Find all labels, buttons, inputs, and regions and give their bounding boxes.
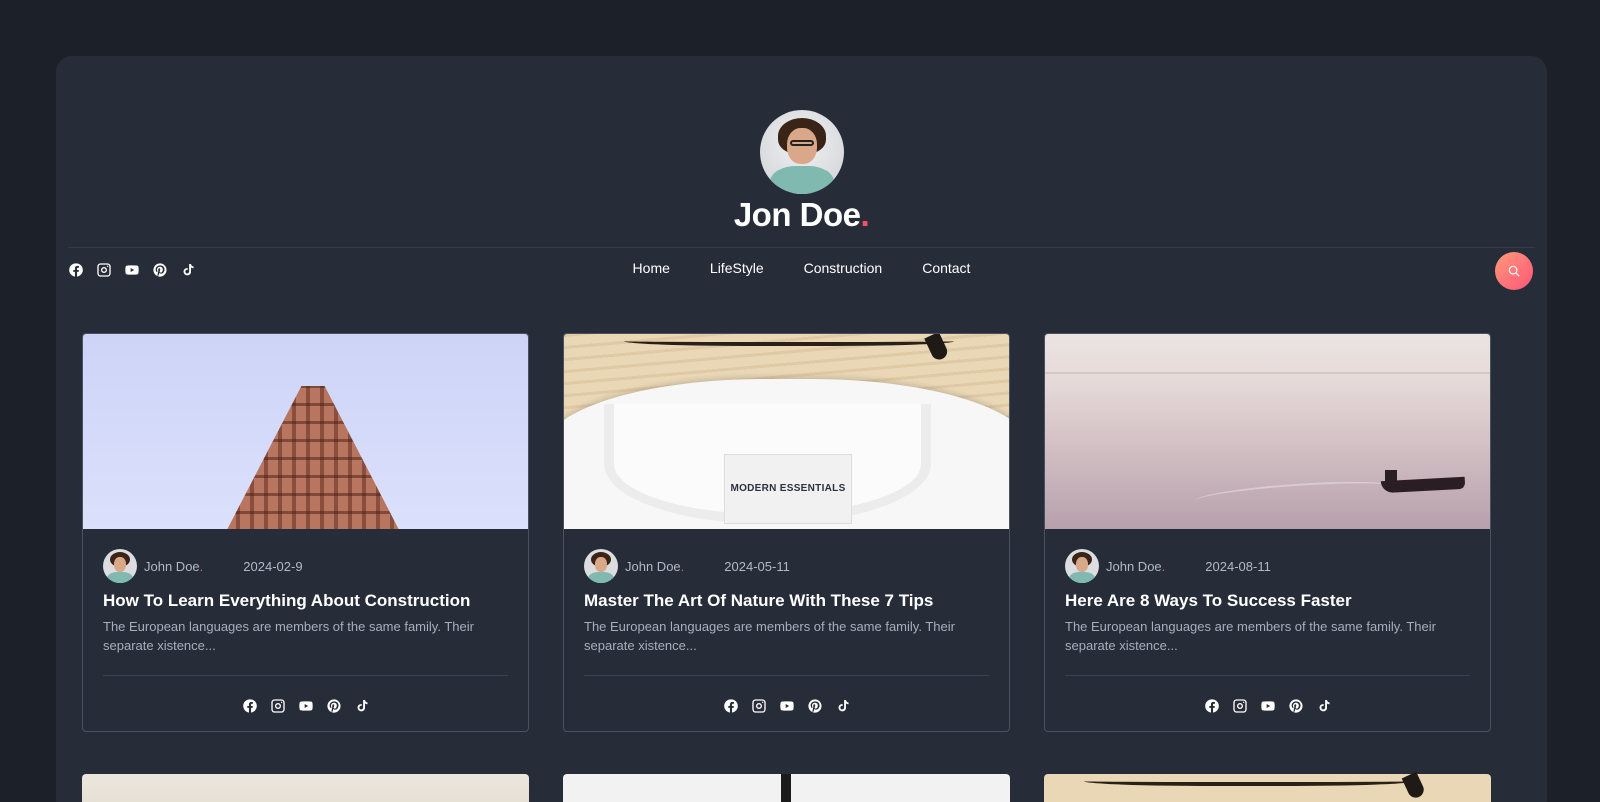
youtube-icon[interactable]: [298, 698, 314, 714]
instagram-icon[interactable]: [751, 698, 767, 714]
header-divider: [68, 247, 1535, 248]
post-title[interactable]: How To Learn Everything About Constructi…: [103, 591, 508, 611]
author-dot: .: [199, 558, 204, 574]
profile-avatar[interactable]: [759, 110, 844, 194]
post-meta: John Doe. 2024-08-11: [1065, 549, 1470, 583]
site-title-dot: .: [860, 196, 870, 233]
post-meta: John Doe. 2024-02-9: [103, 549, 508, 583]
post-share-links: [1065, 698, 1470, 714]
post-thumbnail[interactable]: MODERN ESSENTIALS: [564, 334, 1009, 529]
post-author[interactable]: John Doe: [1106, 559, 1162, 574]
nav-construction[interactable]: Construction: [804, 260, 883, 276]
post-meta: John Doe. 2024-05-11: [584, 549, 989, 583]
post-title[interactable]: Here Are 8 Ways To Success Faster: [1065, 591, 1470, 611]
post-author[interactable]: John Doe: [625, 559, 681, 574]
pinterest-icon[interactable]: [326, 698, 342, 714]
nav-contact[interactable]: Contact: [922, 260, 970, 276]
pinterest-icon[interactable]: [807, 698, 823, 714]
post-excerpt: The European languages are members of th…: [584, 619, 955, 653]
youtube-icon[interactable]: [779, 698, 795, 714]
card-divider: [103, 675, 508, 676]
youtube-icon[interactable]: [1260, 698, 1276, 714]
post-card[interactable]: MODERN ESSENTIALS John Doe. 2024-05-11 M…: [563, 333, 1010, 732]
post-excerpt: The European languages are members of th…: [103, 619, 474, 653]
post-excerpt: The European languages are members of th…: [1065, 619, 1436, 653]
instagram-icon[interactable]: [270, 698, 286, 714]
author-avatar: [1065, 549, 1099, 583]
author-avatar: [584, 549, 618, 583]
shirt-label-text: MODERN ESSENTIALS: [724, 454, 852, 524]
post-title[interactable]: Master The Art Of Nature With These 7 Ti…: [584, 591, 989, 611]
author-avatar: [103, 549, 137, 583]
post-card[interactable]: John Doe. 2024-08-11 Here Are 8 Ways To …: [1044, 333, 1491, 732]
tiktok-icon[interactable]: [835, 698, 851, 714]
card-divider: [584, 675, 989, 676]
instagram-icon[interactable]: [1232, 698, 1248, 714]
tiktok-icon[interactable]: [1316, 698, 1332, 714]
post-thumbnail[interactable]: [83, 334, 528, 529]
post-date: 2024-02-9: [243, 558, 303, 574]
site-title-text: Jon Doe: [733, 196, 861, 233]
post-date: 2024-08-11: [1205, 558, 1271, 574]
post-card-partial[interactable]: [82, 774, 529, 802]
card-divider: [1065, 675, 1470, 676]
search-button[interactable]: [1495, 252, 1533, 290]
author-dot: .: [1161, 558, 1166, 574]
post-share-links: [103, 698, 508, 714]
main-panel: Jon Doe. Home LifeStyle Construction Con…: [56, 56, 1547, 802]
search-icon: [1508, 265, 1520, 277]
facebook-icon[interactable]: [1204, 698, 1220, 714]
post-card[interactable]: John Doe. 2024-02-9 How To Learn Everyth…: [82, 333, 529, 732]
post-card-partial[interactable]: [563, 774, 1010, 802]
facebook-icon[interactable]: [723, 698, 739, 714]
post-grid: John Doe. 2024-02-9 How To Learn Everyth…: [82, 333, 1491, 732]
post-share-links: [584, 698, 989, 714]
main-nav: Home LifeStyle Construction Contact: [56, 260, 1547, 276]
post-grid-row-2: [82, 771, 1491, 802]
post-card-partial[interactable]: [1044, 771, 1491, 802]
site-title[interactable]: Jon Doe.: [56, 196, 1547, 234]
author-dot: .: [680, 558, 685, 574]
nav-lifestyle[interactable]: LifeStyle: [710, 260, 764, 276]
navbar: Home LifeStyle Construction Contact: [56, 252, 1547, 290]
post-date: 2024-05-11: [724, 558, 790, 574]
nav-home[interactable]: Home: [633, 260, 670, 276]
facebook-icon[interactable]: [242, 698, 258, 714]
tiktok-icon[interactable]: [354, 698, 370, 714]
post-thumbnail[interactable]: [1045, 334, 1490, 529]
profile-header: Jon Doe.: [56, 110, 1547, 234]
post-author[interactable]: John Doe: [144, 559, 200, 574]
pinterest-icon[interactable]: [1288, 698, 1304, 714]
